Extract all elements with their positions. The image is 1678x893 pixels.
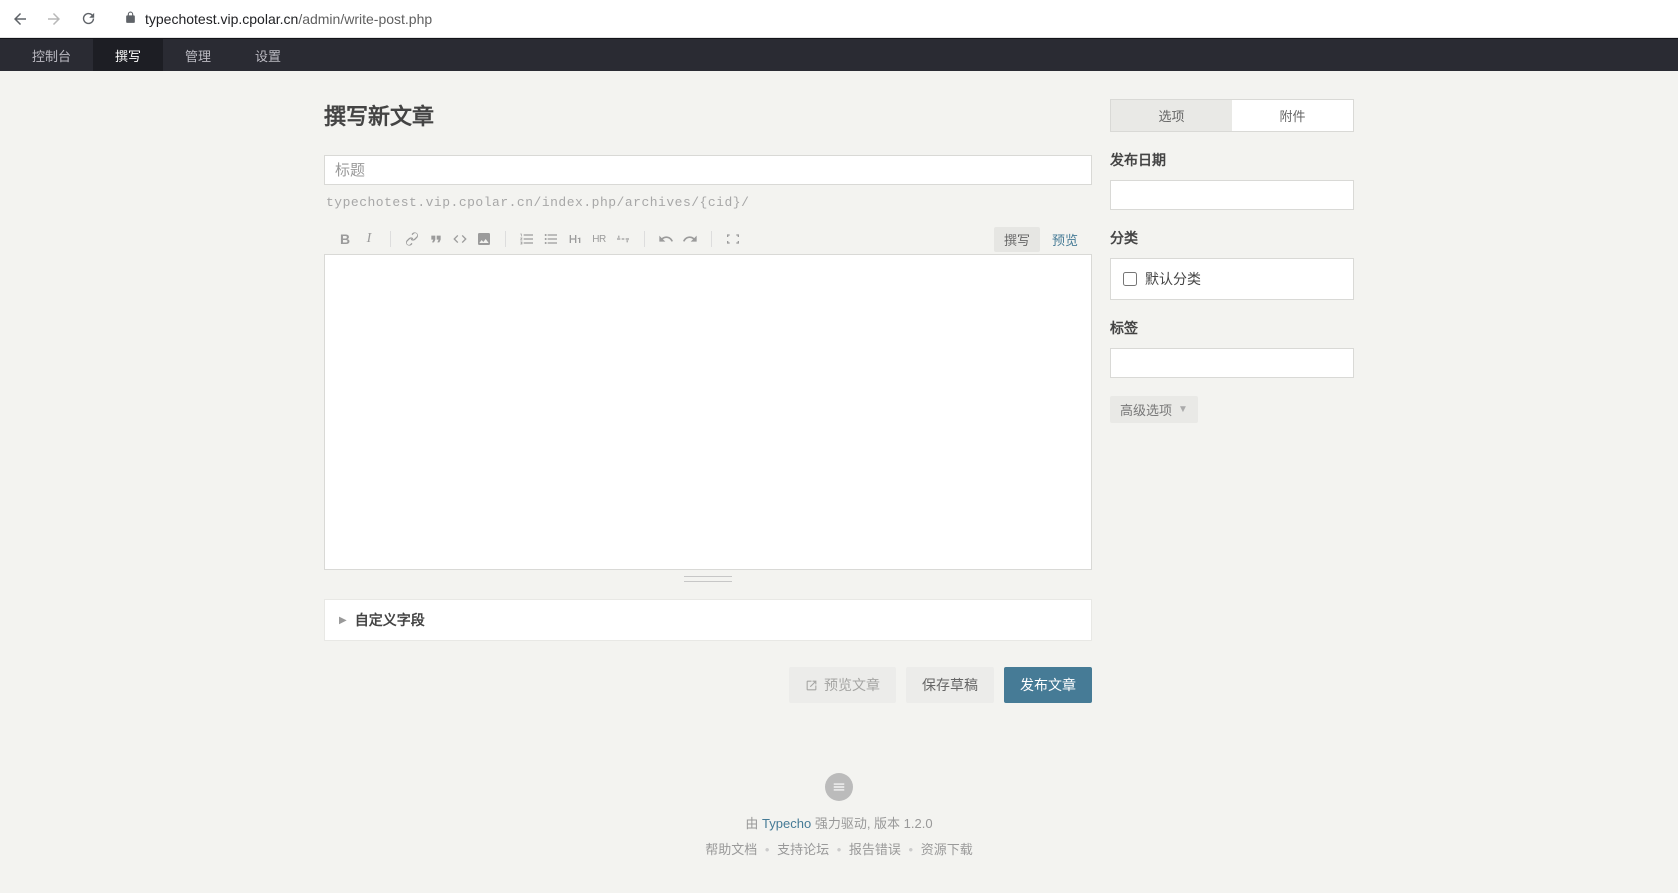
nav-console[interactable]: 控制台: [10, 39, 93, 71]
sidebar-tabs: 选项 附件: [1110, 99, 1354, 132]
page-title: 撰写新文章: [324, 99, 1092, 131]
category-box: 默认分类: [1110, 258, 1354, 300]
redo-icon[interactable]: [679, 228, 701, 250]
typecho-link[interactable]: Typecho: [762, 816, 811, 831]
chevron-down-icon: ▼: [1178, 404, 1188, 415]
footer: 由 Typecho 强力驱动, 版本 1.2.0 帮助文档 • 支持论坛 • 报…: [0, 773, 1678, 893]
category-label: 分类: [1110, 228, 1354, 248]
nav-manage[interactable]: 管理: [163, 39, 233, 71]
category-default-checkbox[interactable]: [1123, 272, 1137, 286]
hr-icon[interactable]: HR: [588, 228, 610, 250]
more-icon[interactable]: [612, 228, 634, 250]
tags-input[interactable]: [1110, 348, 1354, 378]
powered-by-prefix: 由: [745, 816, 762, 831]
resize-grip[interactable]: [324, 573, 1092, 585]
image-icon[interactable]: [473, 228, 495, 250]
footer-link-bug[interactable]: 报告错误: [849, 842, 901, 857]
undo-icon[interactable]: [655, 228, 677, 250]
url-text: typechotest.vip.cpolar.cn/admin/write-po…: [145, 11, 432, 27]
lock-icon: [124, 11, 137, 27]
address-bar[interactable]: typechotest.vip.cpolar.cn/admin/write-po…: [112, 5, 1668, 33]
publish-date-label: 发布日期: [1110, 150, 1354, 170]
publish-date-input[interactable]: [1110, 180, 1354, 210]
bold-icon[interactable]: B: [334, 228, 356, 250]
reload-icon[interactable]: [78, 10, 98, 27]
tab-attachments[interactable]: 附件: [1232, 100, 1353, 131]
advanced-options-toggle[interactable]: 高级选项 ▼: [1110, 396, 1198, 423]
slug-preview[interactable]: typechotest.vip.cpolar.cn/index.php/arch…: [326, 195, 1092, 210]
powered-by-suffix: 强力驱动, 版本 1.2.0: [811, 816, 932, 831]
content-editor[interactable]: [324, 254, 1092, 570]
tab-options[interactable]: 选项: [1111, 100, 1232, 131]
footer-link-help[interactable]: 帮助文档: [705, 842, 757, 857]
save-draft-button[interactable]: 保存草稿: [906, 667, 994, 703]
quote-icon[interactable]: [425, 228, 447, 250]
browser-chrome: typechotest.vip.cpolar.cn/admin/write-po…: [0, 0, 1678, 38]
category-default-label[interactable]: 默认分类: [1145, 269, 1201, 289]
action-bar: 预览文章 保存草稿 发布文章: [324, 667, 1092, 703]
nav-settings[interactable]: 设置: [233, 39, 303, 71]
italic-icon[interactable]: I: [358, 228, 380, 250]
ul-icon[interactable]: [540, 228, 562, 250]
editor-toolbar: B I HR: [324, 224, 1092, 254]
mode-preview-button[interactable]: 预览: [1042, 227, 1088, 252]
back-icon[interactable]: [10, 10, 30, 28]
custom-fields-label: 自定义字段: [355, 610, 425, 630]
typecho-logo-icon: [825, 773, 853, 801]
external-link-icon: [805, 679, 818, 692]
ol-icon[interactable]: [516, 228, 538, 250]
post-title-input[interactable]: [324, 155, 1092, 185]
custom-fields-toggle[interactable]: ▶ 自定义字段: [324, 599, 1092, 641]
heading-icon[interactable]: [564, 228, 586, 250]
top-nav: 控制台 撰写 管理 设置: [0, 38, 1678, 71]
tags-label: 标签: [1110, 318, 1354, 338]
preview-article-button[interactable]: 预览文章: [789, 667, 896, 703]
triangle-right-icon: ▶: [339, 615, 347, 626]
publish-button[interactable]: 发布文章: [1004, 667, 1092, 703]
footer-link-download[interactable]: 资源下载: [921, 842, 973, 857]
fullscreen-icon[interactable]: [722, 228, 744, 250]
nav-write[interactable]: 撰写: [93, 39, 163, 71]
forward-icon[interactable]: [44, 10, 64, 28]
mode-write-button[interactable]: 撰写: [994, 227, 1040, 252]
footer-link-forum[interactable]: 支持论坛: [777, 842, 829, 857]
link-icon[interactable]: [401, 228, 423, 250]
code-icon[interactable]: [449, 228, 471, 250]
